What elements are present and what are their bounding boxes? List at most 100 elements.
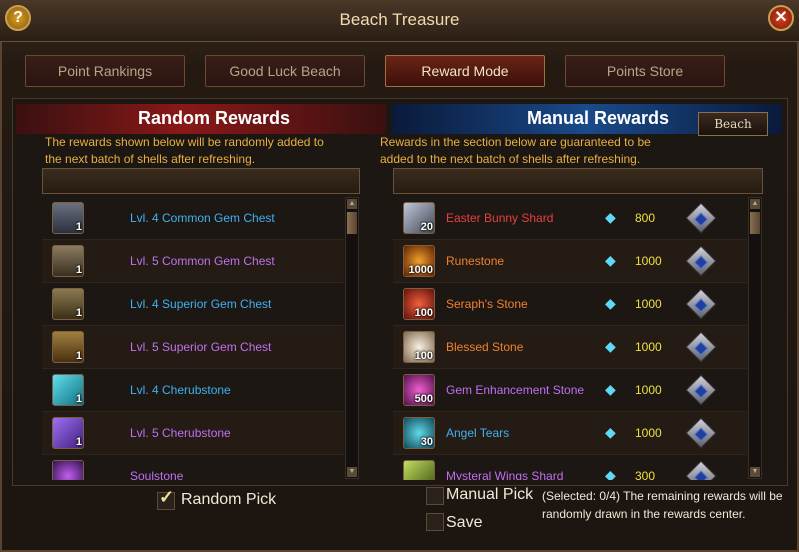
random-scrollbar[interactable]: ▲ ▼	[345, 197, 359, 479]
scroll-thumb[interactable]	[347, 212, 357, 234]
mysteral-wings-shard-icon	[403, 460, 435, 480]
close-button[interactable]: ✕	[768, 5, 794, 31]
tab-point-rankings[interactable]: Point Rankings	[25, 55, 185, 87]
select-reward-icon[interactable]	[685, 245, 717, 277]
list-item[interactable]: 30 Angel Tears ◆ 1000	[393, 412, 747, 455]
chest-icon: 1	[52, 245, 84, 277]
item-name: Easter Bunny Shard	[446, 211, 554, 225]
tab-good-luck-beach[interactable]: Good Luck Beach	[205, 55, 365, 87]
list-item[interactable]: 1000 Runestone ◆ 1000	[393, 240, 747, 283]
runestone-icon: 1000	[403, 245, 435, 277]
scroll-down-arrow-icon[interactable]: ▼	[347, 467, 357, 477]
item-price: 1000	[635, 383, 662, 397]
item-name: Lvl. 4 Superior Gem Chest	[130, 297, 272, 311]
random-pick-checkbox[interactable]: ✓	[157, 487, 175, 510]
random-desc-line1: The rewards shown below will be randomly…	[45, 135, 324, 149]
item-name: Soulstone	[130, 469, 184, 480]
item-price: 1000	[635, 297, 662, 311]
manual-desc-line2: added to the next batch of shells after …	[380, 152, 641, 166]
manual-desc-line1: Rewards in the section below are guarant…	[380, 135, 651, 149]
checkmark-icon: ✓	[159, 487, 175, 507]
random-desc-line2: the next batch of shells after refreshin…	[45, 152, 256, 166]
list-item[interactable]: 1 Lvl. 4 Common Gem Chest	[42, 197, 344, 240]
chest-icon: 1	[52, 331, 84, 363]
random-reward-list[interactable]: 1 Lvl. 4 Common Gem Chest 1 Lvl. 5 Commo…	[42, 197, 344, 480]
list-item[interactable]: 1 Lvl. 4 Cherubstone	[42, 369, 344, 412]
list-item[interactable]: 20 Easter Bunny Shard ◆ 800	[393, 197, 747, 240]
cherubstone-icon: 1	[52, 374, 84, 406]
item-price: 1000	[635, 426, 662, 440]
random-pick-label[interactable]: Random Pick	[181, 491, 276, 509]
select-reward-icon[interactable]	[685, 417, 717, 449]
list-item[interactable]: Mysteral Wings Shard ◆ 300	[393, 455, 747, 480]
manual-rewards-title: Manual Rewards	[527, 108, 670, 128]
item-qty: 1	[75, 350, 82, 362]
manual-reward-list[interactable]: 20 Easter Bunny Shard ◆ 800 1000 Runesto…	[393, 197, 747, 480]
tab-reward-mode[interactable]: Reward Mode	[385, 55, 545, 87]
manual-pick-checkbox[interactable]	[426, 487, 444, 505]
list-item[interactable]: 1 Lvl. 5 Common Gem Chest	[42, 240, 344, 283]
list-item[interactable]: 100 Seraph's Stone ◆ 1000	[393, 283, 747, 326]
scroll-up-arrow-icon[interactable]: ▲	[750, 199, 760, 209]
item-qty: 1	[75, 436, 82, 448]
easter-bunny-shard-icon: 20	[403, 202, 435, 234]
diamond-icon: ◆	[605, 424, 616, 440]
item-price: 1000	[635, 340, 662, 354]
manual-scrollbar[interactable]: ▲ ▼	[748, 197, 762, 479]
select-reward-icon[interactable]	[685, 374, 717, 406]
item-name: Lvl. 5 Common Gem Chest	[130, 254, 275, 268]
random-list-header	[42, 168, 360, 194]
manual-list-header	[393, 168, 763, 194]
cherubstone-icon: 1	[52, 417, 84, 449]
diamond-icon: ◆	[605, 467, 616, 480]
save-label[interactable]: Save	[446, 514, 482, 532]
seraphs-stone-icon: 100	[403, 288, 435, 320]
diamond-icon: ◆	[605, 381, 616, 397]
item-name: Lvl. 5 Superior Gem Chest	[130, 340, 272, 354]
list-item[interactable]: 1 Lvl. 4 Superior Gem Chest	[42, 283, 344, 326]
diamond-icon: ◆	[605, 338, 616, 354]
item-qty: 100	[414, 350, 433, 362]
select-reward-icon[interactable]	[685, 202, 717, 234]
window-title: Beach Treasure	[339, 10, 460, 29]
item-name: Angel Tears	[446, 426, 510, 440]
diamond-icon: ◆	[605, 252, 616, 268]
random-description: The rewards shown below will be randomly…	[45, 134, 324, 168]
list-item[interactable]: 1 Lvl. 5 Cherubstone	[42, 412, 344, 455]
item-name: Runestone	[446, 254, 505, 268]
item-name: Blessed Stone	[446, 340, 524, 354]
list-item[interactable]: 100 Blessed Stone ◆ 1000	[393, 326, 747, 369]
item-name: Lvl. 4 Cherubstone	[130, 383, 231, 397]
selection-note: (Selected: 0/4) The remaining rewards wi…	[542, 489, 783, 521]
item-name: Mysteral Wings Shard	[446, 469, 564, 480]
chest-icon: 1	[52, 202, 84, 234]
item-qty: 1000	[408, 264, 433, 276]
list-item[interactable]: Soulstone	[42, 455, 344, 480]
blessed-stone-icon: 100	[403, 331, 435, 363]
item-qty: 100	[414, 307, 433, 319]
help-button[interactable]: ?	[5, 5, 31, 31]
item-name: Seraph's Stone	[446, 297, 528, 311]
scroll-up-arrow-icon[interactable]: ▲	[347, 199, 357, 209]
select-reward-icon[interactable]	[685, 288, 717, 320]
tab-points-store[interactable]: Points Store	[565, 55, 725, 87]
select-reward-icon[interactable]	[685, 460, 717, 480]
gem-enhancement-stone-icon: 500	[403, 374, 435, 406]
manual-pick-label[interactable]: Manual Pick	[446, 486, 533, 504]
save-checkbox[interactable]	[426, 513, 444, 531]
soulstone-icon	[52, 460, 84, 480]
scroll-down-arrow-icon[interactable]: ▼	[750, 467, 760, 477]
list-item[interactable]: 1 Lvl. 5 Superior Gem Chest	[42, 326, 344, 369]
item-qty: 1	[75, 264, 82, 276]
item-qty: 1	[75, 393, 82, 405]
select-reward-icon[interactable]	[685, 331, 717, 363]
manual-description: Rewards in the section below are guarant…	[380, 134, 651, 168]
item-price: 300	[635, 469, 656, 480]
chest-icon: 1	[52, 288, 84, 320]
item-qty: 1	[75, 221, 82, 233]
diamond-icon: ◆	[605, 295, 616, 311]
diamond-icon: ◆	[605, 209, 616, 225]
list-item[interactable]: 500 Gem Enhancement Stone ◆ 1000	[393, 369, 747, 412]
scroll-thumb[interactable]	[750, 212, 760, 234]
beach-button[interactable]: Beach	[698, 112, 768, 136]
